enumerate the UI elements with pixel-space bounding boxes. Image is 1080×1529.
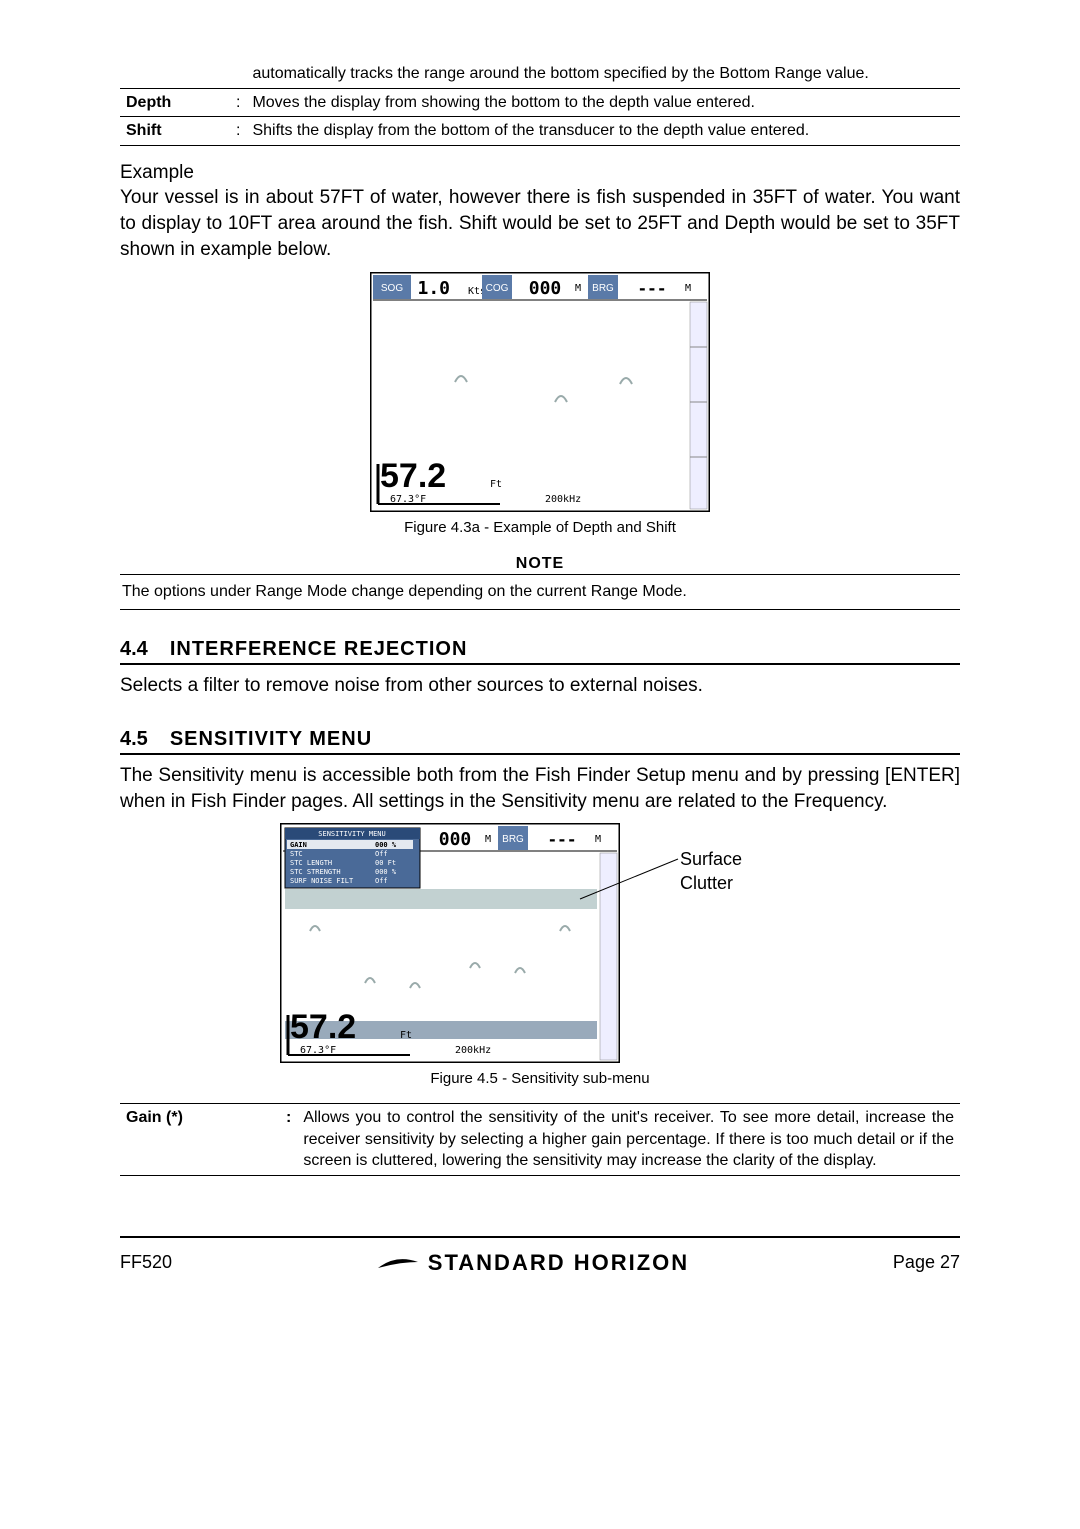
gain-term: Gain (*) [120, 1103, 280, 1175]
gain-desc: Allows you to control the sensitivity of… [297, 1103, 960, 1175]
brand-logo: STANDARD HORIZON [376, 1248, 689, 1278]
term-shift: Shift [120, 117, 230, 146]
figure-4-5-caption: Figure 4.5 - Sensitivity sub-menu [120, 1069, 960, 1089]
section-num: 4.5 [120, 726, 148, 753]
svg-text:200kHz: 200kHz [545, 494, 581, 505]
gain-definition: Gain (*) : Allows you to control the sen… [120, 1103, 960, 1176]
svg-text:Off: Off [375, 877, 388, 885]
desc-shift: Shifts the display from the bottom of th… [246, 117, 960, 146]
svg-text:GAIN: GAIN [290, 841, 307, 849]
section-title: SENSITIVITY MENU [170, 726, 372, 753]
svg-text:BRG: BRG [502, 834, 524, 845]
svg-text:200kHz: 200kHz [455, 1045, 491, 1056]
prev-desc: automatically tracks the range around th… [246, 60, 960, 88]
svg-text:STC LENGTH: STC LENGTH [290, 859, 332, 867]
figure-4-3a: SOG 1.0 Kts COG 000 M BRG --- M 57.2 Ft … [120, 272, 960, 512]
callout-surface-clutter: Surface Clutter [680, 847, 800, 896]
svg-text:BRG: BRG [592, 283, 614, 294]
section-4-4-heading: 4.4 INTERFERENCE REJECTION [120, 636, 960, 665]
brand-text: STANDARD HORIZON [428, 1248, 689, 1278]
svg-text:SENSITIVITY MENU: SENSITIVITY MENU [318, 830, 385, 838]
svg-text:57.2: 57.2 [290, 1008, 356, 1046]
svg-text:Ft: Ft [490, 479, 502, 490]
term-depth: Depth [120, 88, 230, 117]
example-label: Example [120, 160, 960, 186]
svg-text:---: --- [638, 279, 667, 298]
svg-text:STC: STC [290, 850, 303, 858]
svg-text:M: M [575, 283, 581, 294]
svg-text:000: 000 [529, 278, 562, 299]
note-box: The options under Range Mode change depe… [120, 574, 960, 610]
svg-text:M: M [595, 834, 601, 845]
section-title: INTERFERENCE REJECTION [170, 636, 468, 663]
svg-text:000 %: 000 % [375, 868, 397, 876]
svg-text:00 Ft: 00 Ft [375, 859, 396, 867]
svg-text:000 %: 000 % [375, 841, 397, 849]
svg-text:SOG: SOG [381, 283, 403, 294]
svg-text:M: M [485, 834, 491, 845]
figure-4-3a-caption: Figure 4.3a - Example of Depth and Shift [120, 518, 960, 538]
svg-text:57.2: 57.2 [380, 457, 446, 495]
svg-text:1.0: 1.0 [417, 278, 450, 299]
svg-text:000: 000 [439, 829, 472, 850]
note-text: The options under Range Mode change depe… [122, 583, 687, 600]
footer-left: FF520 [120, 1250, 172, 1274]
svg-text:SURF NOISE FILT: SURF NOISE FILT [290, 877, 354, 885]
figure-4-5: 000 M BRG --- M SENSITIVITY MENU GAIN 00… [280, 823, 800, 1063]
page-footer: FF520 STANDARD HORIZON Page 27 [120, 1236, 960, 1278]
section-4-4-body: Selects a filter to remove noise from ot… [120, 673, 960, 699]
footer-right: Page 27 [893, 1250, 960, 1274]
example-text: Your vessel is in about 57FT of water, h… [120, 185, 960, 262]
swoosh-icon [376, 1252, 420, 1274]
svg-text:Ft: Ft [400, 1030, 412, 1041]
section-4-5-body: The Sensitivity menu is accessible both … [120, 763, 960, 814]
definition-table: automatically tracks the range around th… [120, 60, 960, 146]
desc-depth: Moves the display from showing the botto… [246, 88, 960, 117]
svg-text:STC STRENGTH: STC STRENGTH [290, 868, 341, 876]
section-num: 4.4 [120, 636, 148, 663]
svg-text:Off: Off [375, 850, 388, 858]
note-title: NOTE [120, 553, 960, 575]
svg-text:COG: COG [486, 283, 509, 294]
svg-text:M: M [685, 283, 691, 294]
svg-text:---: --- [548, 830, 577, 849]
section-4-5-heading: 4.5 SENSITIVITY MENU [120, 726, 960, 755]
